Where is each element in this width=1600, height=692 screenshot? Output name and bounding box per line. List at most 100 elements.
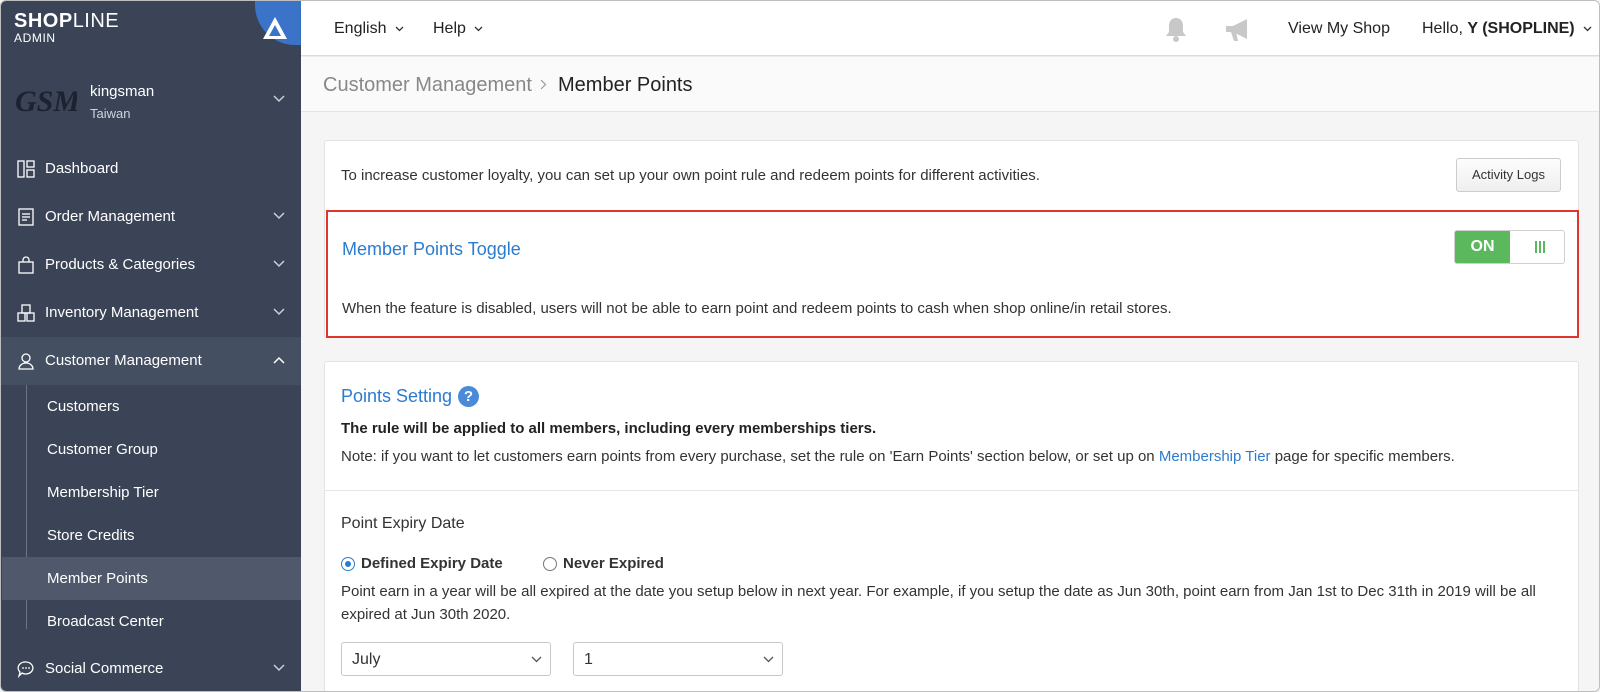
chevron-down-icon <box>273 308 285 316</box>
points-setting-title: Points Setting <box>341 386 453 406</box>
divider <box>325 490 1578 491</box>
chevron-down-icon <box>531 656 542 663</box>
member-points-toggle-section: Member Points Toggle ON When the feature… <box>326 210 1579 338</box>
brand-mark-icon <box>263 17 287 39</box>
page-title: Member Points <box>558 74 693 96</box>
sidebar-subitem-label: Store Credits <box>47 527 135 544</box>
select-value: July <box>352 651 381 668</box>
shopline-logo[interactable]: SHOPLINE <box>14 11 119 31</box>
sidebar-subitem-label: Customer Group <box>47 441 158 458</box>
sidebar-subitem-label: Membership Tier <box>47 484 159 501</box>
sidebar-subitem-customer-group[interactable]: Customer Group <box>27 428 301 471</box>
sidebar-item-label: Order Management <box>45 208 176 225</box>
bag-icon <box>18 256 34 274</box>
language-dropdown[interactable]: English <box>334 20 404 38</box>
top-bar: English Help View My Shop Hello, Y (SHOP… <box>301 1 1599 56</box>
sidebar-item-label: Dashboard <box>45 160 119 177</box>
points-note: Note: if you want to let customers earn … <box>341 448 1455 465</box>
chevron-down-icon <box>273 664 285 672</box>
logo-subtitle: ADMIN <box>14 31 56 45</box>
user-name: Y (SHOPLINE) <box>1467 20 1575 37</box>
order-icon <box>18 208 34 226</box>
chevron-down-icon <box>763 656 774 663</box>
member-points-card: To increase customer loyalty, you can se… <box>324 140 1579 338</box>
sidebar-item-customer-management[interactable]: Customer Management <box>1 337 301 385</box>
breadcrumb: Customer Management Member Points <box>301 57 1599 112</box>
points-rule-text: The rule will be applied to all members,… <box>341 420 877 437</box>
note-text: Note: if you want to let customers earn … <box>341 448 1159 465</box>
radio-unchecked-icon <box>543 556 557 571</box>
user-icon <box>18 353 34 370</box>
megaphone-icon[interactable] <box>1223 17 1253 43</box>
toggle-grip-icon <box>1535 241 1545 253</box>
membership-tier-link[interactable]: Membership Tier <box>1159 448 1271 465</box>
toggle-section-title: Member Points Toggle <box>342 239 521 259</box>
main-content: To increase customer loyalty, you can se… <box>301 113 1599 691</box>
sidebar-item-inventory-management[interactable]: Inventory Management <box>1 289 301 337</box>
member-points-toggle[interactable]: ON <box>1454 230 1565 264</box>
sidebar-subitem-member-points[interactable]: Member Points <box>2 557 301 600</box>
chat-icon <box>17 661 34 678</box>
chevron-down-icon <box>273 260 285 268</box>
sidebar-subitem-label: Member Points <box>47 570 148 587</box>
sidebar-subitem-membership-tier[interactable]: Membership Tier <box>27 471 301 514</box>
help-dropdown[interactable]: Help <box>433 20 483 38</box>
help-label: Help <box>433 20 466 37</box>
sidebar-item-dashboard[interactable]: Dashboard <box>1 145 301 193</box>
radio-never-expired[interactable]: Never Expired <box>543 555 664 572</box>
app-window: SHOPLINE ADMIN GSM kingsman Taiwan Dashb… <box>0 0 1600 692</box>
intro-text: To increase customer loyalty, you can se… <box>341 167 1040 184</box>
expiry-description: Point earn in a year will be all expired… <box>341 583 1536 623</box>
view-my-shop-link[interactable]: View My Shop <box>1288 20 1390 38</box>
boxes-icon <box>17 304 35 322</box>
dashboard-icon <box>17 160 35 178</box>
help-icon[interactable]: ? <box>458 386 479 407</box>
note-text: page for specific members. <box>1270 448 1455 465</box>
radio-checked-icon <box>341 556 355 571</box>
select-value: 1 <box>584 651 593 668</box>
toggle-on-label: ON <box>1455 231 1510 263</box>
expiry-month-select[interactable]: July <box>341 642 551 676</box>
sidebar-item-social-commerce[interactable]: Social Commerce <box>1 645 301 691</box>
chevron-right-icon <box>540 79 547 90</box>
sidebar-subitem-store-credits[interactable]: Store Credits <box>27 514 301 557</box>
bell-icon[interactable] <box>1163 15 1189 43</box>
logo-area: SHOPLINE ADMIN <box>1 1 301 53</box>
chevron-up-icon <box>273 356 285 364</box>
sidebar-subitem-label: Broadcast Center <box>47 613 164 630</box>
radio-label: Never Expired <box>563 555 664 572</box>
store-switcher[interactable]: GSM kingsman Taiwan <box>1 59 301 139</box>
chevron-down-icon <box>273 212 285 220</box>
toggle-description: When the feature is disabled, users will… <box>342 300 1172 317</box>
sidebar-item-label: Social Commerce <box>45 660 164 677</box>
sidebar-item-label: Customer Management <box>45 352 202 369</box>
customer-management-submenu: Customers Customer Group Membership Tier… <box>2 385 301 630</box>
store-name: kingsman <box>90 83 155 100</box>
store-logo: GSM <box>15 85 77 118</box>
sidebar-subitem-broadcast-center[interactable]: Broadcast Center <box>27 600 301 643</box>
radio-label: Defined Expiry Date <box>361 555 503 572</box>
sidebar: SHOPLINE ADMIN GSM kingsman Taiwan Dashb… <box>1 1 301 691</box>
logo-thin-text: LINE <box>72 10 120 32</box>
sidebar-subitem-label: Customers <box>47 398 120 415</box>
logo-bold-text: SHOP <box>14 10 73 32</box>
chevron-down-icon <box>1583 26 1592 32</box>
expiry-day-select[interactable]: 1 <box>573 642 783 676</box>
sidebar-item-products-categories[interactable]: Products & Categories <box>1 241 301 289</box>
sidebar-item-label: Products & Categories <box>45 256 196 273</box>
chevron-down-icon <box>474 26 483 32</box>
sidebar-item-order-management[interactable]: Order Management <box>1 193 301 241</box>
activity-logs-button[interactable]: Activity Logs <box>1456 158 1561 192</box>
greeting-text: Hello, <box>1422 20 1468 37</box>
radio-defined-expiry-date[interactable]: Defined Expiry Date <box>341 555 503 572</box>
chevron-down-icon <box>395 26 404 32</box>
point-expiry-title: Point Expiry Date <box>341 515 465 532</box>
breadcrumb-parent-link[interactable]: Customer Management <box>323 74 532 97</box>
sidebar-subitem-customers[interactable]: Customers <box>27 385 301 428</box>
points-setting-card: Points Setting ? The rule will be applie… <box>324 361 1579 691</box>
store-region: Taiwan <box>90 106 131 121</box>
user-menu[interactable]: Hello, Y (SHOPLINE) <box>1422 20 1592 38</box>
chevron-down-icon <box>273 95 285 103</box>
sidebar-item-label: Inventory Management <box>45 304 199 321</box>
language-label: English <box>334 20 387 37</box>
